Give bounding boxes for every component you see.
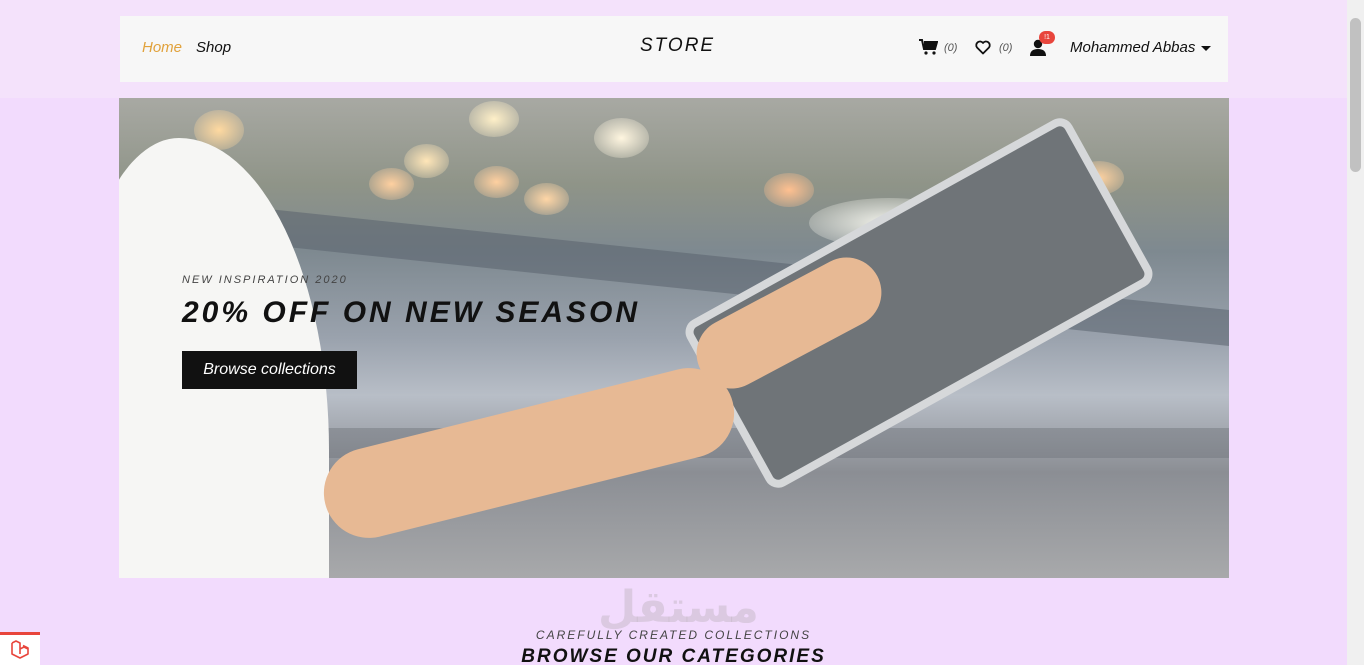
nav-shop-link[interactable]: Shop bbox=[196, 39, 231, 56]
bokeh-light bbox=[469, 101, 519, 137]
brand-logo[interactable]: STORE bbox=[640, 35, 713, 57]
scrollbar-thumb[interactable] bbox=[1350, 18, 1361, 172]
bokeh-light bbox=[474, 166, 519, 198]
browse-collections-button[interactable]: Browse collections bbox=[182, 351, 357, 389]
section-subtitle: CAREFULLY CREATED COLLECTIONS bbox=[535, 628, 812, 642]
bokeh-light bbox=[404, 144, 449, 178]
user-name: Mohammed Abbas bbox=[1070, 39, 1196, 56]
bokeh-light bbox=[524, 183, 569, 215]
section-title: BROWSE OUR CATEGORIES bbox=[521, 646, 826, 665]
navbar: Home Shop STORE (0) (0) !1 Mohammed Abba… bbox=[120, 16, 1228, 82]
hero-title: 20% OFF ON NEW SEASON bbox=[182, 296, 641, 329]
watermark-logo: مستقل bbox=[598, 582, 759, 633]
wishlist-count: (0) bbox=[999, 42, 1013, 54]
user-menu-dropdown[interactable]: Mohammed Abbas bbox=[1070, 39, 1212, 56]
caret-down-icon bbox=[1201, 45, 1212, 51]
bokeh-light bbox=[594, 118, 649, 158]
cart-count: (0) bbox=[944, 42, 958, 54]
hero-subtitle: NEW INSPIRATION 2020 bbox=[182, 274, 348, 286]
nav-home-link[interactable]: Home bbox=[142, 39, 182, 56]
laravel-debug-icon[interactable] bbox=[0, 632, 40, 665]
heart-icon[interactable] bbox=[975, 37, 991, 57]
bokeh-light bbox=[369, 168, 414, 200]
bokeh-light bbox=[764, 173, 814, 207]
forearm-shape bbox=[314, 358, 744, 548]
notification-badge: !1 bbox=[1039, 31, 1055, 44]
hero-banner: NEW INSPIRATION 2020 20% OFF ON NEW SEAS… bbox=[119, 98, 1229, 578]
cart-icon[interactable] bbox=[918, 37, 938, 57]
page-scrollbar[interactable] bbox=[1347, 0, 1364, 665]
